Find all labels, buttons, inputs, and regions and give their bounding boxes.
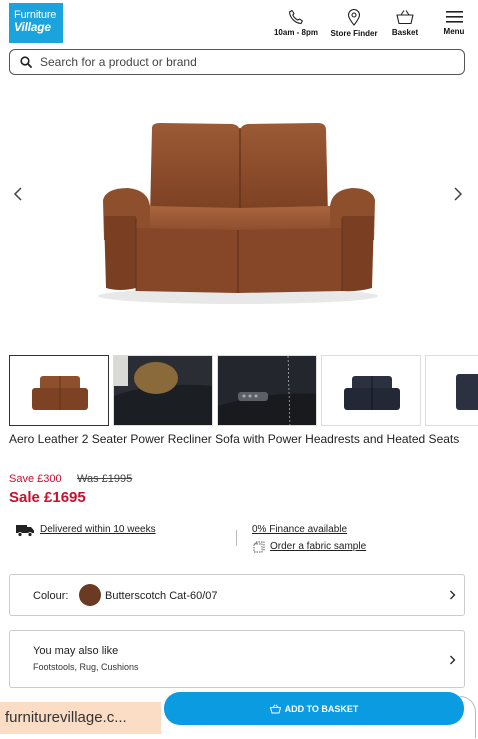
save-amount: Save £300 bbox=[9, 473, 62, 485]
thumbnail-sofa-navy-angle-image bbox=[426, 356, 478, 425]
basket-label: Basket bbox=[391, 28, 419, 37]
chevron-right-icon bbox=[454, 187, 463, 201]
location-pin-icon bbox=[347, 9, 361, 26]
menu-button[interactable]: Menu bbox=[438, 9, 470, 36]
thumbnail-3[interactable] bbox=[217, 355, 317, 426]
hamburger-icon bbox=[445, 11, 463, 23]
thumbnail-control-panel-image bbox=[218, 356, 316, 425]
also-like-title: You may also like bbox=[33, 645, 119, 657]
search-input[interactable] bbox=[40, 55, 420, 69]
sofa-product-image bbox=[98, 123, 378, 304]
product-image-carousel[interactable] bbox=[0, 88, 478, 338]
chevron-right-icon bbox=[450, 590, 456, 600]
colour-label: Colour: bbox=[33, 590, 69, 602]
browser-url-chip[interactable]: furniturevillage.c... bbox=[0, 702, 161, 734]
was-price: Was £1995 bbox=[77, 473, 133, 485]
store-finder-link[interactable]: Store Finder bbox=[326, 9, 382, 38]
store-finder-label: Store Finder bbox=[330, 29, 378, 38]
thumbnail-strip bbox=[9, 355, 478, 426]
carousel-next-arrow[interactable] bbox=[448, 184, 468, 204]
search-icon bbox=[20, 56, 32, 68]
opening-hours-link[interactable]: 10am - 8pm bbox=[270, 9, 322, 37]
delivery-info-link[interactable]: Delivered within 10 weeks bbox=[40, 524, 156, 535]
add-to-basket-button[interactable]: ADD TO BASKET bbox=[164, 692, 464, 725]
thumbnail-2[interactable] bbox=[113, 355, 213, 426]
thumbnail-sofa-navy-image bbox=[322, 356, 420, 425]
sale-price: Sale £1695 bbox=[9, 489, 86, 506]
search-bar[interactable] bbox=[9, 49, 465, 75]
hours-label: 10am - 8pm bbox=[273, 28, 319, 37]
basket-icon bbox=[396, 10, 414, 25]
finance-link[interactable]: 0% Finance available bbox=[252, 524, 347, 535]
product-title: Aero Leather 2 Seater Power Recliner Sof… bbox=[9, 432, 460, 446]
thumbnail-detail-cushion-image bbox=[114, 356, 212, 425]
site-header: Furniture Village 10am - 8pm Store Finde… bbox=[0, 0, 478, 47]
furniture-village-logo[interactable]: Furniture Village bbox=[9, 3, 63, 43]
thumbnail-5[interactable] bbox=[425, 355, 478, 426]
also-like-subtitle: Footstools, Rug, Cushions bbox=[33, 662, 139, 672]
logo-line2: Village bbox=[14, 20, 51, 34]
delivery-truck-icon bbox=[16, 525, 34, 537]
thumbnail-sofa-tan-image bbox=[10, 356, 108, 425]
add-to-basket-label: ADD TO BASKET bbox=[284, 703, 359, 714]
chevron-left-icon bbox=[13, 187, 22, 201]
basket-link[interactable]: Basket bbox=[386, 9, 424, 37]
thumbnail-1[interactable] bbox=[9, 355, 109, 426]
colour-selector[interactable]: Colour: Butterscotch Cat-60/07 bbox=[9, 574, 465, 616]
fabric-sample-icon bbox=[253, 541, 265, 553]
menu-label: Menu bbox=[443, 27, 465, 36]
fabric-sample-link[interactable]: Order a fabric sample bbox=[270, 541, 366, 552]
thumbnail-4[interactable] bbox=[321, 355, 421, 426]
basket-icon bbox=[269, 704, 281, 713]
colour-swatch bbox=[79, 584, 101, 606]
carousel-prev-arrow[interactable] bbox=[8, 184, 28, 204]
colour-value: Butterscotch Cat-60/07 bbox=[105, 590, 218, 602]
chevron-right-icon bbox=[450, 655, 456, 665]
phone-icon bbox=[288, 9, 303, 25]
you-may-also-like[interactable]: You may also like Footstools, Rug, Cushi… bbox=[9, 630, 465, 688]
info-divider bbox=[236, 530, 237, 546]
